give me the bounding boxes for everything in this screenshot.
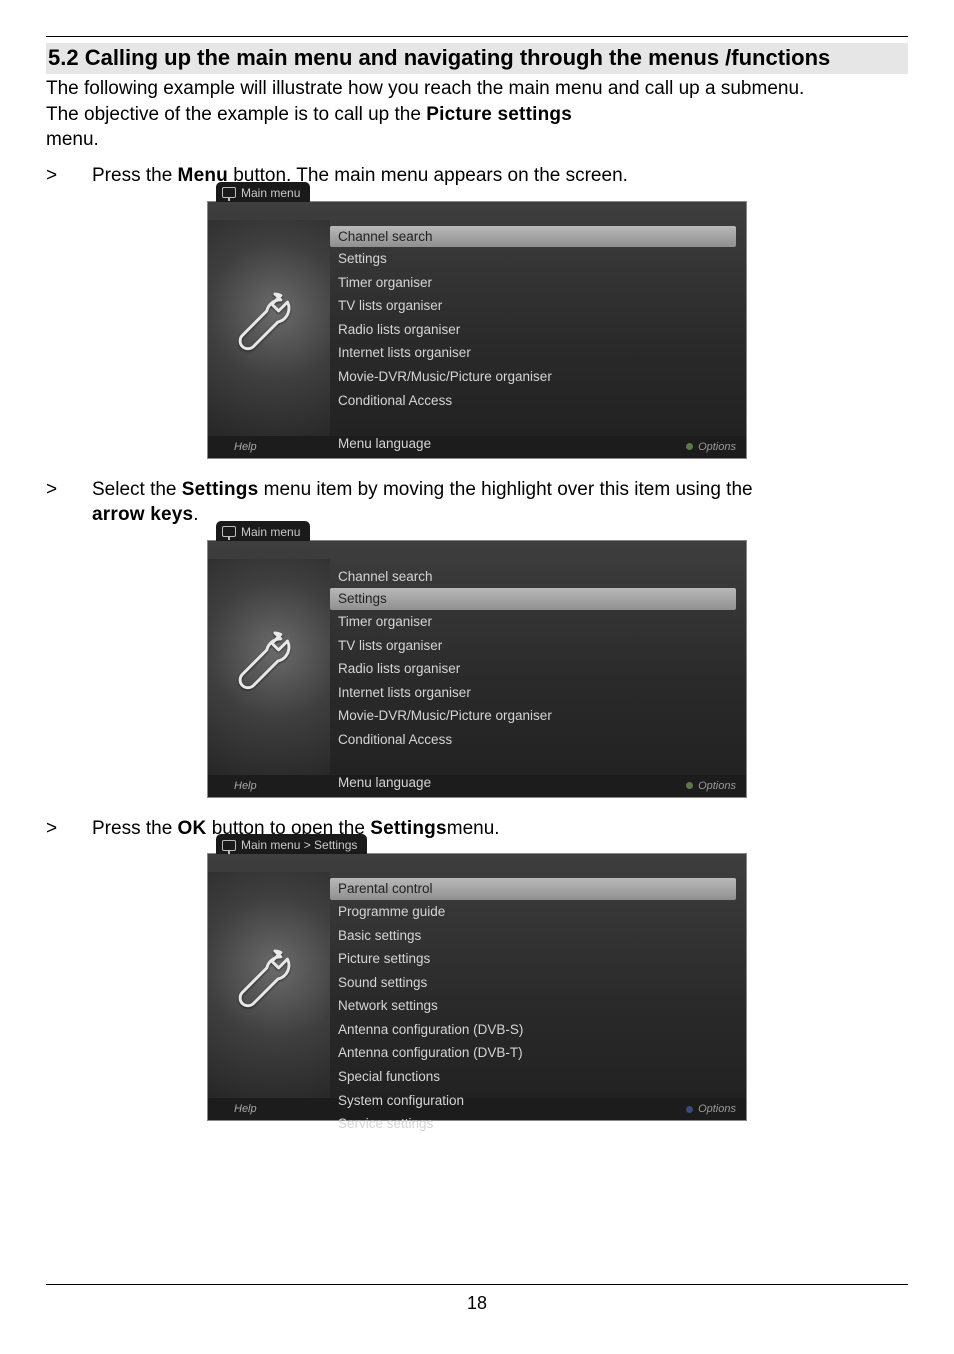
intro-line-2-bold: Picture settings bbox=[426, 104, 572, 125]
menu-item[interactable]: Settings bbox=[330, 247, 746, 271]
intro-line-1: The following example will illustrate ho… bbox=[46, 76, 908, 102]
crumb-text: Main menu bbox=[241, 525, 300, 539]
menu-item[interactable]: TV lists organiser bbox=[330, 634, 746, 658]
help-label[interactable]: Help bbox=[234, 441, 257, 453]
menu-item[interactable]: Timer organiser bbox=[330, 271, 746, 295]
help-label[interactable]: Help bbox=[234, 780, 257, 792]
section-heading: 5.2 Calling up the main menu and navigat… bbox=[46, 43, 908, 74]
menu-item[interactable]: TV lists organiser bbox=[330, 294, 746, 318]
menu-list: Channel search Settings Timer organiser … bbox=[330, 220, 746, 436]
step-2: > Select the Settings menu item by movin… bbox=[46, 477, 908, 528]
menu-item[interactable]: Radio lists organiser bbox=[330, 318, 746, 342]
menu-item[interactable]: Antenna configuration (DVB-T) bbox=[330, 1041, 746, 1065]
breadcrumb: Main menu > Settings bbox=[216, 834, 367, 854]
step-3: > Press the OK button to open the Settin… bbox=[46, 816, 908, 842]
step3-bold2: Settings bbox=[370, 818, 447, 839]
wrench-icon bbox=[232, 948, 306, 1022]
menu-list: Parental control Programme guide Basic s… bbox=[330, 872, 746, 1098]
menu-item[interactable]: Movie-DVR/Music/Picture organiser bbox=[330, 704, 746, 728]
crumb-text: Main menu bbox=[241, 186, 300, 200]
wrench-icon bbox=[232, 291, 306, 365]
tv-icon bbox=[222, 526, 236, 537]
step-1: > Press the Menu button. The main menu a… bbox=[46, 163, 908, 189]
step-marker: > bbox=[46, 477, 58, 528]
step-marker: > bbox=[46, 816, 58, 842]
menu-item[interactable]: Conditional Access bbox=[330, 728, 746, 752]
crumb-text: Main menu > Settings bbox=[241, 838, 357, 852]
step2-bold: Settings bbox=[182, 479, 259, 500]
step2-mid: menu item by moving the highlight over t… bbox=[258, 479, 752, 500]
intro-line-3: menu. bbox=[46, 127, 908, 153]
menu-item[interactable]: Channel search bbox=[330, 226, 736, 248]
step-marker: > bbox=[46, 163, 58, 189]
intro-line-2: The objective of the example is to call … bbox=[46, 102, 908, 128]
page-number: 18 bbox=[0, 1284, 954, 1314]
help-label[interactable]: Help bbox=[234, 1103, 257, 1115]
menu-item[interactable]: Basic settings bbox=[330, 924, 746, 948]
screenshot-settings-menu: Main menu > Settings Parental control Pr… bbox=[207, 853, 747, 1121]
menu-item[interactable]: Radio lists organiser bbox=[330, 657, 746, 681]
step2-bold2: arrow keys bbox=[92, 504, 193, 525]
wrench-icon bbox=[232, 630, 306, 704]
menu-item[interactable]: Timer organiser bbox=[330, 610, 746, 634]
step1-pre: Press the bbox=[92, 165, 178, 186]
menu-item[interactable]: Network settings bbox=[330, 994, 746, 1018]
menu-item[interactable]: Programme guide bbox=[330, 900, 746, 924]
menu-item[interactable]: Settings bbox=[330, 588, 736, 610]
step2-post: . bbox=[193, 504, 198, 525]
menu-item[interactable]: Service settings bbox=[330, 1112, 746, 1136]
menu-icon-col bbox=[208, 220, 330, 436]
menu-item[interactable]: Picture settings bbox=[330, 947, 746, 971]
menu-list: Channel search Settings Timer organiser … bbox=[330, 559, 746, 775]
screenshot-main-menu-1: Main menu Channel search Settings Timer … bbox=[207, 201, 747, 459]
menu-item[interactable]: Internet lists organiser bbox=[330, 681, 746, 705]
menu-item[interactable]: Movie-DVR/Music/Picture organiser bbox=[330, 365, 746, 389]
menu-item[interactable]: Internet lists organiser bbox=[330, 341, 746, 365]
menu-item[interactable]: Channel search bbox=[330, 565, 746, 589]
menu-item[interactable]: System configuration bbox=[330, 1089, 746, 1113]
menu-item[interactable]: Sound settings bbox=[330, 971, 746, 995]
intro-line-2-pre: The objective of the example is to call … bbox=[46, 104, 426, 125]
step2-pre: Select the bbox=[92, 479, 182, 500]
menu-icon-col bbox=[208, 559, 330, 775]
tv-icon bbox=[222, 187, 236, 198]
menu-item-language[interactable]: Menu language bbox=[330, 771, 746, 795]
tv-icon bbox=[222, 840, 236, 851]
step3-post: menu. bbox=[447, 818, 500, 839]
menu-item[interactable]: Special functions bbox=[330, 1065, 746, 1089]
menu-item[interactable]: Conditional Access bbox=[330, 389, 746, 413]
step3-pre: Press the bbox=[92, 818, 178, 839]
screenshot-main-menu-2: Main menu Channel search Settings Timer … bbox=[207, 540, 747, 798]
menu-item-language[interactable]: Menu language bbox=[330, 432, 746, 456]
step3-bold: OK bbox=[178, 818, 207, 839]
menu-item[interactable]: Parental control bbox=[330, 878, 736, 900]
menu-item[interactable]: Antenna configuration (DVB-S) bbox=[330, 1018, 746, 1042]
menu-icon-col bbox=[208, 872, 330, 1098]
breadcrumb: Main menu bbox=[216, 521, 310, 541]
breadcrumb: Main menu bbox=[216, 182, 310, 202]
